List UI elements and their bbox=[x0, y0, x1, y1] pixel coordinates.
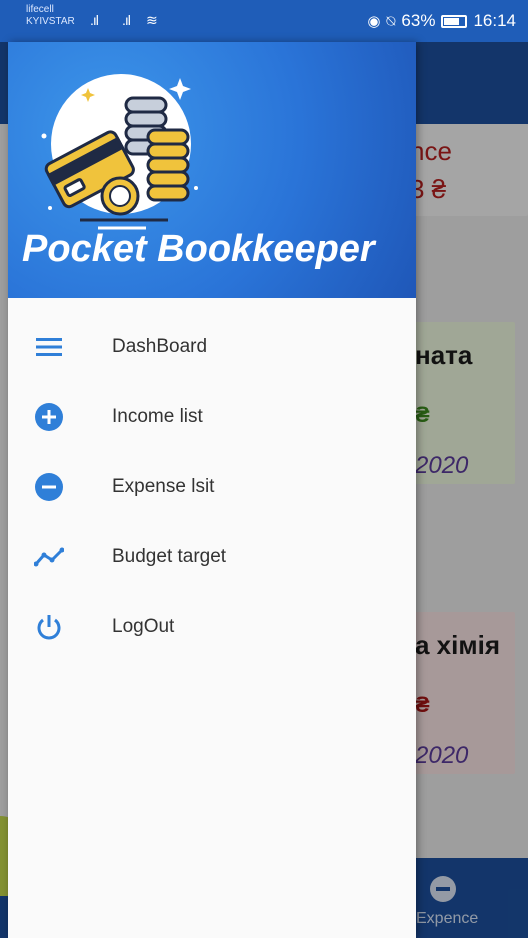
drawer-menu: DashBoard Income list Expense lsit Budge… bbox=[8, 312, 416, 662]
menu-item-label: Expense lsit bbox=[112, 476, 215, 497]
trend-icon bbox=[34, 542, 64, 572]
clock: 16:14 bbox=[473, 11, 516, 30]
drawer-header: Pocket Bookkeeper bbox=[8, 42, 416, 298]
menu-item-label: Budget target bbox=[112, 546, 227, 567]
power-icon bbox=[34, 612, 64, 642]
menu-item-budget-target[interactable]: Budget target bbox=[8, 522, 416, 592]
bell-off-icon: ⍉ bbox=[386, 12, 396, 30]
eye-icon: ◉ bbox=[367, 13, 381, 30]
plus-circle-icon bbox=[34, 402, 64, 432]
menu-item-dashboard[interactable]: DashBoard bbox=[8, 312, 416, 382]
status-right: ◉ ⍉ 63% 16:14 bbox=[367, 11, 516, 31]
navigation-drawer: Pocket Bookkeeper DashBoard Income list … bbox=[8, 42, 416, 938]
menu-icon bbox=[34, 332, 64, 362]
signal-icon: .ıl bbox=[90, 12, 99, 28]
status-bar: lifecell KYIVSTAR .ıl .ıl ≋ ◉ ⍉ 63% 16:1… bbox=[0, 0, 528, 42]
menu-item-expense-list[interactable]: Expense lsit bbox=[8, 452, 416, 522]
menu-item-label: DashBoard bbox=[112, 336, 208, 357]
signal-icon: .ıl bbox=[122, 12, 131, 28]
wifi-icon: ≋ bbox=[146, 12, 158, 28]
wallet-coins-logo-icon bbox=[41, 74, 198, 230]
app-title: Pocket Bookkeeper bbox=[22, 228, 375, 270]
menu-item-income-list[interactable]: Income list bbox=[8, 382, 416, 452]
minus-circle-icon bbox=[34, 472, 64, 502]
carrier-name-2: KYIVSTAR bbox=[26, 16, 75, 27]
carrier-info: lifecell KYIVSTAR bbox=[26, 4, 75, 28]
menu-item-logout[interactable]: LogOut bbox=[8, 592, 416, 662]
menu-item-label: LogOut bbox=[112, 616, 175, 637]
menu-item-label: Income list bbox=[112, 406, 203, 427]
battery-icon bbox=[441, 14, 468, 28]
battery-percent: 63% bbox=[401, 11, 436, 30]
carrier-name-1: lifecell bbox=[26, 4, 54, 15]
